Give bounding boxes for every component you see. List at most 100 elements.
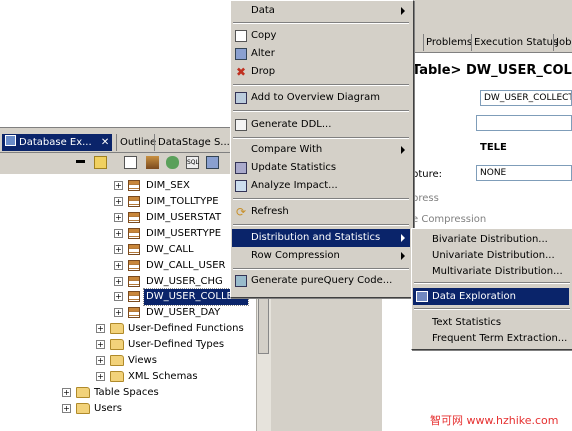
sql-icon[interactable]: SQL <box>186 156 199 169</box>
menu-item-label: Analyze Impact... <box>251 180 338 191</box>
tab-label: Database Ex... <box>19 137 92 148</box>
tree-item-label: DIM_USERTYPE <box>146 228 222 239</box>
menu-item-data[interactable]: Data <box>232 2 410 20</box>
tab-datastage[interactable]: DataStage S... <box>154 134 233 151</box>
menu-separator <box>414 282 570 284</box>
tab-database-explorer[interactable]: Database Ex... ✕ <box>2 134 113 151</box>
folder-icon <box>110 323 124 334</box>
tree-item-label: Users <box>94 403 123 414</box>
new-script-icon[interactable] <box>124 156 137 169</box>
tree-item-label: Table Spaces <box>94 387 159 398</box>
tab-problems[interactable]: Problems <box>423 34 474 51</box>
collapse-all-icon[interactable] <box>76 160 85 163</box>
menu-item-label: Drop <box>251 66 276 77</box>
menu-item-distribution-statistics[interactable]: Distribution and Statistics <box>232 229 410 247</box>
expand-icon[interactable]: + <box>96 356 105 365</box>
menu-separator <box>233 22 409 24</box>
menu-separator <box>233 268 409 270</box>
menu-item-compare-with[interactable]: Compare With <box>232 141 410 159</box>
menu-item-row-compression[interactable]: Row Compression <box>232 247 410 265</box>
submenu-item-frequent-term[interactable]: Frequent Term Extraction... <box>413 330 569 347</box>
tab-label: Outline <box>120 137 157 148</box>
folder-icon <box>110 355 124 366</box>
expand-icon[interactable]: + <box>114 277 123 286</box>
purequery-icon <box>235 275 247 287</box>
menu-separator <box>233 84 409 86</box>
connect-icon[interactable] <box>166 156 179 169</box>
tree-item-label: Views <box>128 355 157 366</box>
capture-label: pture: <box>412 169 443 180</box>
expand-icon[interactable]: + <box>114 181 123 190</box>
expand-icon[interactable]: + <box>114 213 123 222</box>
menu-item-update-statistics[interactable]: Update Statistics <box>232 159 410 177</box>
folder-icon <box>110 371 124 382</box>
close-icon[interactable]: ✕ <box>101 137 109 148</box>
menu-item-drop[interactable]: ✖ Drop <box>232 63 410 81</box>
capture-select[interactable]: NONE <box>476 165 572 181</box>
tab-label: Execution Status <box>474 37 559 48</box>
menu-item-label: Data <box>251 5 275 16</box>
ddl-icon <box>235 119 247 131</box>
copy-icon <box>235 30 247 42</box>
link-icon[interactable] <box>94 156 107 169</box>
expand-icon[interactable]: + <box>114 197 123 206</box>
expand-icon[interactable]: + <box>114 245 123 254</box>
expand-icon[interactable]: + <box>114 308 123 317</box>
submenu-item-label: Multivariate Distribution... <box>432 266 563 277</box>
expand-icon[interactable]: + <box>96 340 105 349</box>
submenu-item-text-statistics[interactable]: Text Statistics <box>413 314 569 331</box>
tree-item-label: DW_USER_CHG <box>146 276 223 287</box>
menu-item-generate-ddl[interactable]: Generate DDL... <box>232 116 410 134</box>
filter-icon[interactable] <box>206 156 219 169</box>
drop-icon: ✖ <box>235 65 247 79</box>
tab-label: DataStage S... <box>158 137 230 148</box>
submenu-item-label: Univariate Distribution... <box>432 250 555 261</box>
tree-item-label: User-Defined Types <box>128 339 225 350</box>
submenu-item-multivariate[interactable]: Multivariate Distribution... <box>413 263 569 280</box>
menu-item-refresh[interactable]: ⟳ Refresh <box>232 203 410 221</box>
submenu-item-data-exploration[interactable]: Data Exploration <box>413 288 569 305</box>
tab-execution-status[interactable]: Execution Status <box>471 34 560 51</box>
tab-outline[interactable]: Outline <box>116 134 159 151</box>
table-icon <box>128 260 140 271</box>
impact-icon <box>235 180 247 192</box>
submenu-arrow-icon <box>401 252 405 260</box>
folder-icon <box>110 339 124 350</box>
menu-item-generate-purequery[interactable]: Generate pureQuery Code... <box>232 272 410 290</box>
menu-item-alter[interactable]: Alter <box>232 45 410 63</box>
submenu-item-label: Text Statistics <box>432 317 502 328</box>
tele-value: TELE <box>480 142 507 153</box>
expand-icon[interactable]: + <box>96 324 105 333</box>
compress-label: press <box>412 193 439 204</box>
expand-icon[interactable]: + <box>96 372 105 381</box>
table-name-field[interactable]: DW_USER_COLLECT <box>480 90 572 106</box>
menu-separator <box>414 308 570 310</box>
expand-icon[interactable]: + <box>62 388 71 397</box>
menu-item-analyze-impact[interactable]: Analyze Impact... <box>232 177 410 195</box>
menu-item-label: Distribution and Statistics <box>251 232 381 243</box>
folder-icon <box>76 403 90 414</box>
exploration-icon <box>416 291 428 302</box>
expand-icon[interactable]: + <box>62 404 71 413</box>
menu-item-label: Add to Overview Diagram <box>251 92 380 103</box>
object-icon[interactable] <box>146 156 159 169</box>
table-icon <box>128 291 140 302</box>
statistics-icon <box>235 162 247 174</box>
expand-icon[interactable]: + <box>114 292 123 301</box>
tab-job[interactable]: Job <box>553 34 572 51</box>
menu-item-add-overview[interactable]: Add to Overview Diagram <box>232 89 410 107</box>
submenu-item-label: Bivariate Distribution... <box>432 234 548 245</box>
text-field[interactable] <box>476 115 572 131</box>
submenu-item-bivariate[interactable]: Bivariate Distribution... <box>413 231 569 248</box>
menu-item-copy[interactable]: Copy <box>232 27 410 45</box>
submenu-item-univariate[interactable]: Univariate Distribution... <box>413 247 569 264</box>
tree-item-label: User-Defined Functions <box>128 323 244 334</box>
table-icon <box>128 307 140 318</box>
expand-icon[interactable]: + <box>114 261 123 270</box>
capture-value: NONE <box>480 168 507 178</box>
expand-icon[interactable]: + <box>114 229 123 238</box>
menu-separator <box>233 198 409 200</box>
menu-separator <box>233 224 409 226</box>
tree-item-label: DW_USER_DAY <box>146 307 221 318</box>
menu-item-label: Row Compression <box>251 250 340 261</box>
